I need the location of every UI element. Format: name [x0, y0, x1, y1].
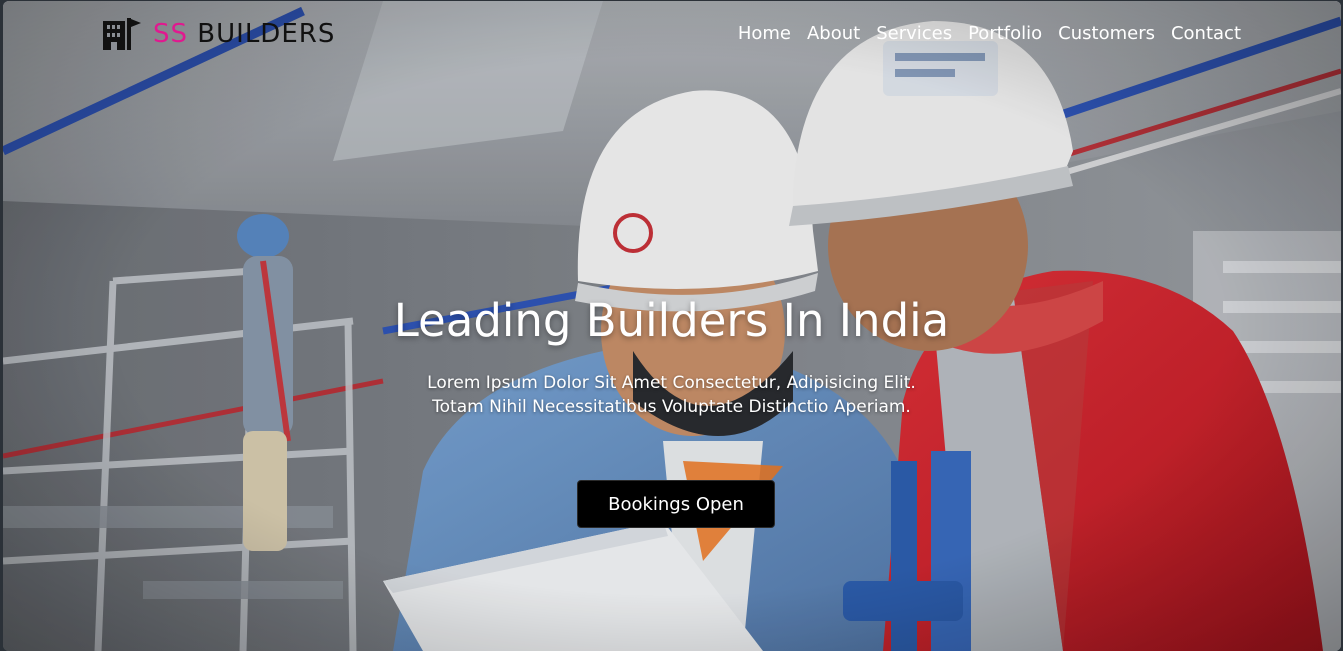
nav-item-home: Home [738, 21, 791, 47]
brand-accent-text: SS [153, 19, 189, 49]
brand-main-text: BUILDERS [197, 19, 336, 49]
building-flag-icon [103, 18, 141, 50]
nav-item-portfolio: Portfolio [968, 21, 1042, 47]
nav-link-about[interactable]: About [807, 23, 860, 44]
hero-subtitle-line-1: Lorem Ipsum Dolor Sit Amet Consectetur, … [427, 373, 916, 393]
nav-menu: Home About Services Portfolio Customers … [738, 21, 1241, 47]
nav-item-services: Services [876, 21, 952, 47]
nav-link-contact[interactable]: Contact [1171, 23, 1241, 44]
nav-link-portfolio[interactable]: Portfolio [968, 23, 1042, 44]
nav-link-home[interactable]: Home [738, 23, 791, 44]
nav-item-about: About [807, 21, 860, 47]
nav-link-customers[interactable]: Customers [1058, 23, 1155, 44]
nav-link-services[interactable]: Services [876, 23, 952, 44]
brand-name: SS BUILDERS [153, 18, 335, 50]
hero-subtitle-line-2: Totam Nihil Necessitatibus Voluptate Dis… [432, 397, 911, 417]
brand-logo-link[interactable]: SS BUILDERS [103, 17, 335, 51]
hero-title: Leading Builders In India [393, 294, 950, 347]
bookings-open-button[interactable]: Bookings Open [577, 480, 775, 528]
nav-item-customers: Customers [1058, 21, 1155, 47]
nav-item-contact: Contact [1171, 21, 1241, 47]
hero-subtitle: Lorem Ipsum Dolor Sit Amet Consectetur, … [0, 371, 1343, 419]
top-navbar: SS BUILDERS Home About Services Portfoli… [3, 1, 1341, 67]
